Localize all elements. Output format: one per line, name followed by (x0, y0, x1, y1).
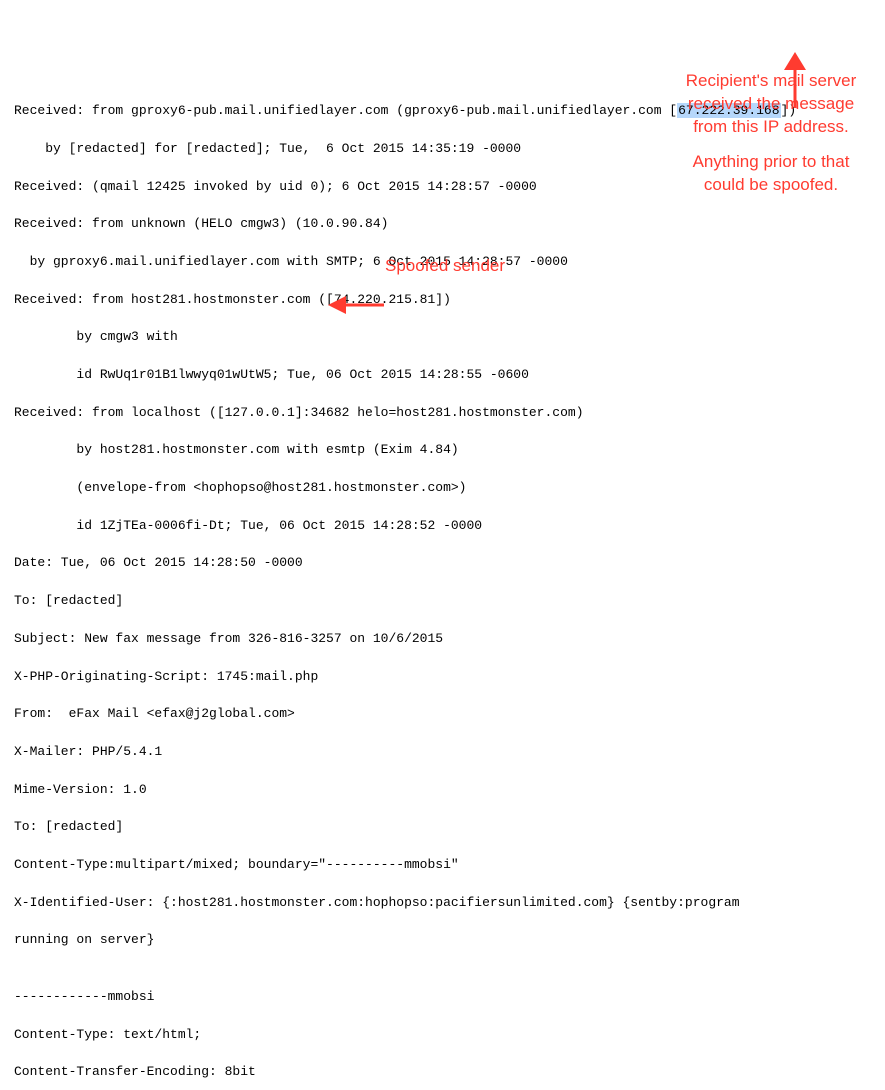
annotation-recipient-text-2: Anything prior to that could be spoofed. (671, 151, 871, 197)
mime-header: Mime-Version: 1.0 (14, 781, 871, 800)
xmailer-header: X-Mailer: PHP/5.4.1 (14, 743, 871, 762)
subject-header: Subject: New fax message from 326-816-32… (14, 630, 871, 649)
received-line-5: Received: from localhost ([127.0.0.1]:34… (14, 404, 871, 423)
received-line-1-prefix: Received: from gproxy6-pub.mail.unifiedl… (14, 103, 677, 118)
xidentified-header-b: running on server} (14, 931, 871, 950)
date-header: Date: Tue, 06 Oct 2015 14:28:50 -0000 (14, 554, 871, 573)
part-contenttype: Content-Type: text/html; (14, 1026, 871, 1045)
xphp-header: X-PHP-Originating-Script: 1745:mail.php (14, 668, 871, 687)
annotation-spoofed: Spoofed sender (385, 255, 505, 278)
xidentified-header-a: X-Identified-User: {:host281.hostmonster… (14, 894, 871, 913)
boundary-line: ------------mmobsi (14, 988, 871, 1007)
received-line-5-cont-a: by host281.hostmonster.com with esmtp (E… (14, 441, 871, 460)
contenttype-header: Content-Type:multipart/mixed; boundary="… (14, 856, 871, 875)
received-line-4: Received: from host281.hostmonster.com (… (14, 291, 871, 310)
received-line-5-cont-c: id 1ZjTEa-0006fi-Dt; Tue, 06 Oct 2015 14… (14, 517, 871, 536)
received-line-3: Received: from unknown (HELO cmgw3) (10.… (14, 215, 871, 234)
received-line-4-cont-b: id RwUq1r01B1lwwyq01wUtW5; Tue, 06 Oct 2… (14, 366, 871, 385)
annotation-spoofed-text: Spoofed sender (385, 256, 505, 275)
from-header: From: eFax Mail <efax@j2global.com> (14, 705, 871, 724)
received-line-4-cont-a: by cmgw3 with (14, 328, 871, 347)
to-header-1: To: [redacted] (14, 592, 871, 611)
email-headers-block: Received: from gproxy6-pub.mail.unifiedl… (14, 83, 871, 1090)
to-header-2: To: [redacted] (14, 818, 871, 837)
part-encoding: Content-Transfer-Encoding: 8bit (14, 1063, 871, 1082)
annotation-recipient: Recipient's mail server received the mes… (671, 70, 871, 197)
received-line-5-cont-b: (envelope-from <hophopso@host281.hostmon… (14, 479, 871, 498)
annotation-recipient-text-1: Recipient's mail server received the mes… (671, 70, 871, 139)
